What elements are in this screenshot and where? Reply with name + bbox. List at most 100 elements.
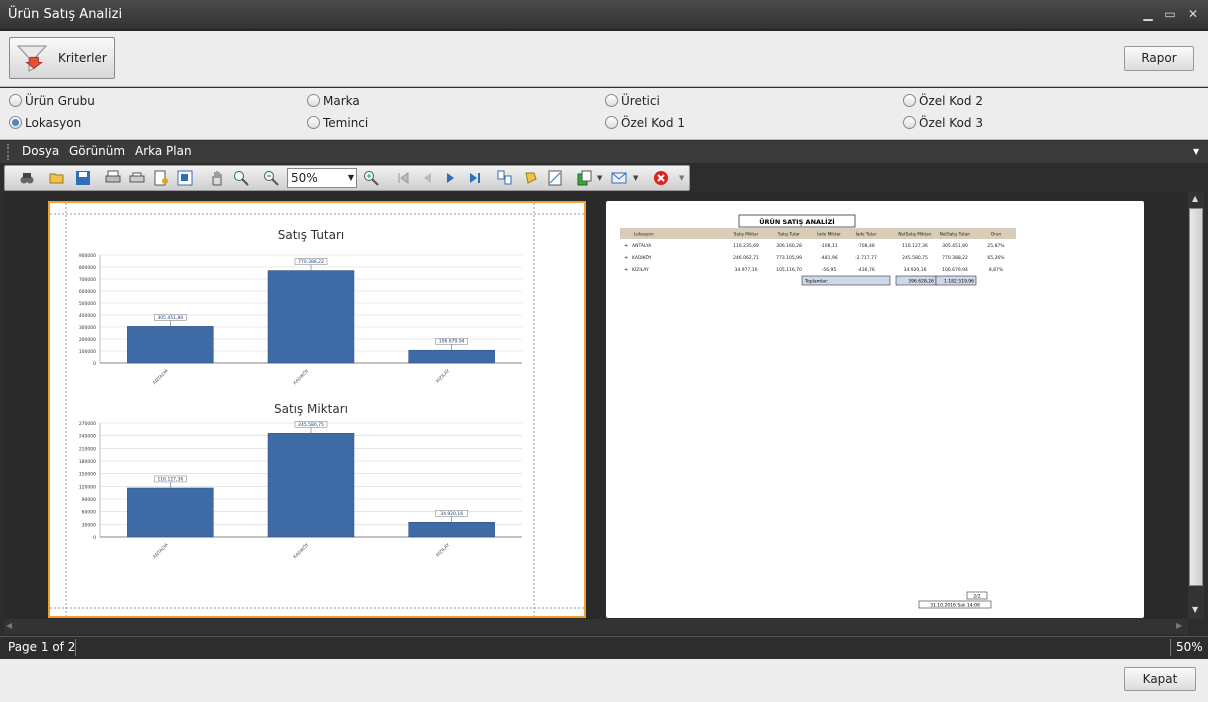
watermark-icon[interactable]: [547, 170, 563, 186]
radio-temin[interactable]: Teminci: [307, 115, 368, 131]
email-icon[interactable]: [611, 170, 627, 186]
multiple-pages-icon[interactable]: [497, 170, 513, 186]
y-tick-label: 500000: [79, 301, 96, 307]
quick-print-icon[interactable]: [129, 170, 145, 186]
menu-gorunum[interactable]: Görünüm: [69, 144, 125, 158]
report-cell: -436,76: [857, 267, 875, 273]
radio-uretici[interactable]: Üretici: [605, 93, 660, 109]
report-cell: 34.920,16: [904, 267, 927, 273]
next-page-icon[interactable]: [443, 170, 459, 186]
y-tick-label: 0: [93, 535, 96, 541]
report-column-header: NetSatış Miktarı: [898, 232, 931, 237]
report-page-1: Satış Tutarı 900000 800000 700000 600000 5000…: [48, 201, 586, 618]
close-preview-icon[interactable]: [653, 170, 669, 186]
report-row-location: ANTALYA: [632, 243, 652, 249]
report-column-header: İade Miktar: [817, 232, 841, 237]
scroll-down-icon[interactable]: ▼: [1192, 605, 1198, 614]
window-title: Ürün Satış Analizi: [8, 7, 123, 22]
zoom-out-icon[interactable]: [263, 170, 279, 186]
window-titlebar: Ürün Satış Analizi ▁ ▭ ✕: [0, 0, 1208, 30]
chevron-down-icon: ▼: [347, 173, 354, 182]
scroll-right-icon[interactable]: ▶: [1176, 621, 1182, 630]
vertical-scrollbar[interactable]: ▲ ▼: [1188, 192, 1204, 619]
export-icon[interactable]: [577, 170, 593, 186]
radio-marka[interactable]: Marka: [307, 93, 360, 109]
report-cell: 116.127,36: [902, 243, 928, 249]
scale-icon[interactable]: [177, 170, 193, 186]
save-icon[interactable]: [75, 170, 91, 186]
report-cell: 305.451,80: [942, 243, 968, 249]
export-dropdown-icon[interactable]: ▼: [597, 174, 602, 182]
y-tick-label: 180000: [79, 459, 96, 465]
vertical-scroll-thumb[interactable]: [1189, 208, 1203, 586]
kapat-button[interactable]: Kapat: [1124, 667, 1196, 691]
report-cell: -2.717,77: [855, 255, 877, 261]
report-cell: 8,87%: [989, 267, 1004, 273]
maximize-icon[interactable]: ▭: [1162, 6, 1178, 22]
magnifier-icon[interactable]: [233, 170, 249, 186]
first-page-icon[interactable]: [395, 170, 411, 186]
kriterler-button[interactable]: Kriterler: [9, 37, 115, 79]
x-tick-label: KADIKÖY: [292, 367, 311, 386]
horizontal-scrollbar[interactable]: ◀ ▶: [4, 619, 1188, 634]
bar: [127, 487, 214, 538]
radio-urun-grubu[interactable]: Ürün Grubu: [9, 93, 95, 109]
y-tick-label: 210000: [79, 446, 96, 452]
bar: [408, 522, 495, 538]
report-cell: 25,87%: [987, 243, 1005, 249]
report-cell: 116.235,69: [733, 243, 759, 249]
menu-bar: Dosya Görünüm Arka Plan ▼: [0, 141, 1208, 163]
report-cell: 306.160,28: [776, 243, 802, 249]
data-label: 305.451,80: [157, 315, 183, 321]
hand-tool-icon[interactable]: [209, 170, 225, 186]
toolbar-overflow-icon[interactable]: ▼: [679, 174, 684, 182]
print-icon[interactable]: [105, 170, 121, 186]
minimize-icon[interactable]: ▁: [1140, 6, 1156, 22]
zoom-select[interactable]: 50% ▼: [287, 168, 357, 188]
report-cell: 246.062,71: [733, 255, 759, 261]
last-page-icon[interactable]: [467, 170, 483, 186]
radio-ozel-kod-1[interactable]: Özel Kod 1: [605, 115, 685, 131]
report-table-canvas: ÜRÜN SATIŞ ANALİZİ Lokasyon Satış Miktar S…: [620, 214, 1016, 609]
y-tick-label: 150000: [79, 472, 96, 478]
previous-page-icon[interactable]: [419, 170, 435, 186]
radio-lokasyon[interactable]: Lokasyon: [9, 115, 81, 131]
search-icon[interactable]: [19, 170, 35, 186]
x-tick-label: ANTALYA: [152, 368, 171, 387]
menu-overflow-icon[interactable]: ▼: [1193, 147, 1199, 156]
menu-dosya[interactable]: Dosya: [22, 144, 59, 158]
y-tick-label: 240000: [79, 434, 96, 440]
report-cell: 105.116,70: [776, 267, 802, 273]
scroll-left-icon[interactable]: ◀: [6, 621, 12, 630]
x-tick-label: KIZILAY: [435, 368, 451, 384]
top-toolbar-panel: Kriterler Rapor: [0, 31, 1208, 87]
background-color-icon[interactable]: [523, 170, 539, 186]
zoom-in-icon[interactable]: [363, 170, 379, 186]
email-dropdown-icon[interactable]: ▼: [633, 174, 638, 182]
report-cell: 770.388,22: [942, 255, 968, 261]
chart-satis-miktari: Satış Miktarı 270000 240000 210000 180000 150…: [79, 402, 522, 560]
y-tick-label: 200000: [79, 337, 96, 343]
menu-grip[interactable]: [7, 144, 11, 160]
report-cell: 65,26%: [987, 255, 1005, 261]
menu-arka-plan[interactable]: Arka Plan: [135, 144, 192, 158]
report-cell: -481,96: [820, 255, 838, 261]
scroll-up-icon[interactable]: ▲: [1192, 194, 1198, 203]
status-bar: Page 1 of 2 50%: [0, 636, 1208, 658]
open-icon[interactable]: [49, 170, 65, 186]
y-tick-label: 800000: [79, 265, 96, 271]
radio-ozel-kod-2[interactable]: Özel Kod 2: [903, 93, 983, 109]
y-tick-label: 700000: [79, 277, 96, 283]
y-tick-label: 90000: [82, 497, 96, 503]
radio-ozel-kod-3[interactable]: Özel Kod 3: [903, 115, 983, 131]
status-divider: [75, 639, 76, 656]
report-column-header: Lokasyon: [634, 232, 654, 237]
grouping-radio-panel: Ürün Grubu Marka Üretici Özel Kod 2 Loka…: [0, 88, 1208, 140]
rapor-button[interactable]: Rapor: [1124, 46, 1194, 71]
page-setup-icon[interactable]: [153, 170, 169, 186]
totals-label: Toplamlar:: [804, 279, 828, 285]
close-icon[interactable]: ✕: [1185, 6, 1201, 22]
chart-title: Satış Miktarı: [274, 402, 348, 416]
y-tick-label: 300000: [79, 325, 96, 331]
data-label: 34.920,16: [440, 511, 463, 517]
